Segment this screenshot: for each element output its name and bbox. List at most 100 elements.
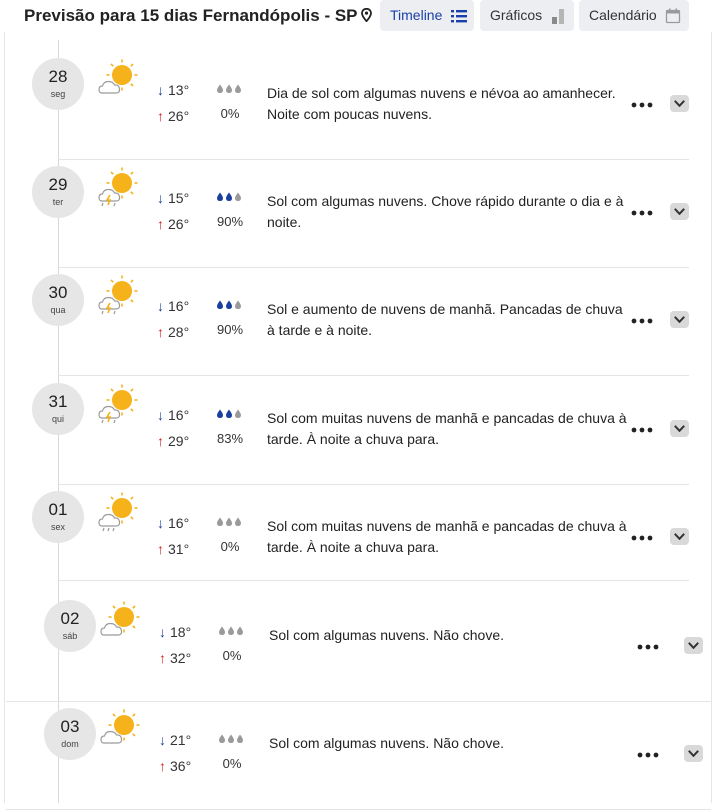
arrow-down-icon: ↓ [157, 515, 164, 531]
expand-button[interactable] [670, 420, 689, 437]
chevron-down-icon [674, 425, 685, 432]
day-row[interactable]: 01 sex ↓ 16° ↑ 31° 0% Sol com muitas nuvens de … [0, 479, 714, 587]
timeline-button[interactable]: Timeline [380, 0, 474, 31]
sun-storm-icon [98, 167, 138, 207]
arrow-up-icon: ↑ [159, 650, 166, 666]
sun-cloud-icon [100, 601, 140, 636]
sun-cloud-icon [100, 709, 140, 744]
weekday-label: ter [52, 197, 64, 207]
expand-button[interactable] [670, 203, 689, 220]
weekday-label: qua [50, 305, 66, 315]
forecast-description: Sol com algumas nuvens. Chove rápido dur… [267, 193, 624, 230]
forecast-description: Sol e aumento de nuvens de manhã. Pancad… [267, 301, 623, 338]
max-temp: ↑ 29° [157, 433, 189, 449]
chevron-down-icon [674, 533, 685, 540]
more-options-icon[interactable] [636, 643, 660, 651]
more-options-icon[interactable] [630, 101, 654, 109]
more-options-icon[interactable] [630, 534, 654, 542]
page-title: Previsão para 15 dias Fernandópolis - SP [24, 6, 372, 26]
forecast-description: Sol com muitas nuvens de manhã e pancada… [267, 410, 627, 447]
timeline-button-label: Timeline [390, 7, 443, 23]
day-row[interactable]: 29 ter ↓ 15° ↑ 26° 90% Sol com algumas nuvens. … [0, 154, 714, 268]
min-temp-value: 21° [170, 732, 192, 748]
more-options-icon[interactable] [630, 209, 654, 217]
arrow-up-icon: ↑ [157, 324, 164, 340]
day-number: 28 [48, 67, 68, 86]
rain-drops-icon [217, 300, 241, 309]
expand-button[interactable] [670, 528, 689, 545]
expand-button[interactable] [684, 745, 703, 762]
min-temp: ↓ 16° [157, 515, 189, 531]
forecast-description: Sol com algumas nuvens. Não chove. [269, 627, 505, 643]
day-number: 03 [60, 717, 80, 736]
sun-cloud-rain-icon [98, 492, 138, 532]
weekday-label: qui [51, 414, 64, 424]
day-row[interactable]: 02 sáb ↓ 18° ↑ 32° 0% Sol com algumas nuvens. N… [0, 588, 714, 702]
min-temp-value: 16° [168, 515, 190, 531]
min-temp: ↓ 13° [157, 82, 189, 98]
day-number: 31 [48, 392, 68, 411]
weekday-label: seg [50, 89, 66, 99]
expand-button[interactable] [670, 95, 689, 112]
arrow-up-icon: ↑ [157, 433, 164, 449]
arrow-down-icon: ↓ [157, 190, 164, 206]
min-temp: ↓ 16° [157, 407, 189, 423]
sun-cloud-icon [98, 59, 138, 94]
min-temp-value: 18° [170, 624, 192, 640]
day-row[interactable]: 31 qui ↓ 16° ↑ 29° 83% Sol com muitas nuvens de… [0, 371, 714, 485]
arrow-up-icon: ↑ [157, 541, 164, 557]
min-temp-value: 16° [168, 407, 190, 423]
forecast-description: Dia de sol com algumas nuvens e névoa ao… [267, 85, 616, 122]
date-badge: 30 qua [32, 274, 84, 326]
location-pin-icon [360, 8, 372, 22]
graphs-button[interactable]: Gráficos [480, 0, 574, 31]
arrow-down-icon: ↓ [159, 624, 166, 640]
calendar-button[interactable]: Calendário [579, 0, 689, 31]
row-divider [58, 580, 689, 581]
rain-probability: 83% [216, 431, 244, 446]
arrow-up-icon: ↑ [157, 216, 164, 232]
expand-button[interactable] [684, 637, 703, 654]
date-badge: 31 qui [32, 383, 84, 435]
rain-drops-icon [217, 409, 241, 418]
more-options-icon[interactable] [630, 426, 654, 434]
more-options-icon[interactable] [636, 751, 660, 759]
date-badge: 01 sex [32, 491, 84, 543]
min-temp-value: 16° [168, 298, 190, 314]
rain-drops-icon [217, 192, 241, 201]
list-icon [451, 10, 467, 23]
forecast-description: Sol com muitas nuvens de manhã e pancada… [267, 518, 627, 555]
page-title-text: Previsão para 15 dias Fernandópolis - SP [24, 6, 358, 25]
rain-probability: 0% [222, 648, 242, 663]
max-temp: ↑ 26° [157, 108, 189, 124]
graphs-button-label: Gráficos [490, 7, 543, 23]
date-badge: 02 sáb [44, 600, 96, 652]
arrow-down-icon: ↓ [157, 407, 164, 423]
page-header: Previsão para 15 dias Fernandópolis - SP… [0, 0, 714, 40]
day-number: 01 [48, 500, 68, 519]
calendar-button-label: Calendário [589, 7, 657, 23]
more-options-icon[interactable] [630, 317, 654, 325]
day-row[interactable]: 03 dom ↓ 21° ↑ 36° 0% Sol com algumas nuvens. N… [0, 696, 714, 810]
day-row[interactable]: 30 qua ↓ 16° ↑ 28° 90% Sol e aumento de nuvens … [0, 262, 714, 376]
rain-probability: 0% [220, 106, 240, 121]
chevron-down-icon [674, 316, 685, 323]
chevron-down-icon [688, 642, 699, 649]
arrow-down-icon: ↓ [159, 732, 166, 748]
rain-probability: 0% [220, 539, 240, 554]
expand-button[interactable] [670, 311, 689, 328]
weekday-label: sáb [62, 631, 78, 641]
day-number: 29 [48, 175, 68, 194]
max-temp-value: 26° [168, 216, 190, 232]
sun-storm-icon [98, 275, 138, 315]
rain-probability: 0% [222, 756, 242, 771]
date-badge: 28 seg [32, 58, 84, 110]
max-temp-value: 29° [168, 433, 190, 449]
calendar-icon [665, 8, 681, 24]
max-temp-value: 26° [168, 108, 190, 124]
max-temp-value: 28° [168, 324, 190, 340]
rain-probability: 90% [216, 214, 244, 229]
day-row[interactable]: 28 seg ↓ 13° ↑ 26° 0% Dia de sol com algumas nu… [0, 46, 714, 160]
max-temp: ↑ 26° [157, 216, 189, 232]
max-temp-value: 31° [168, 541, 190, 557]
